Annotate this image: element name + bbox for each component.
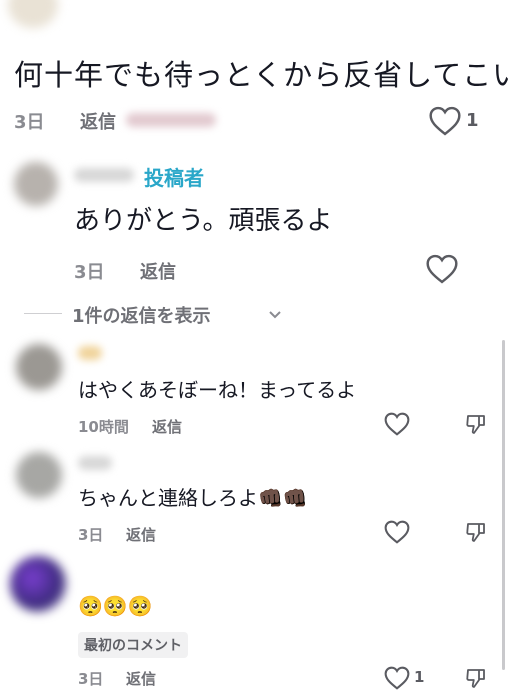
comment-text: 何十年でも待っとくから反省してこい	[14, 58, 510, 92]
scrollbar[interactable]	[502, 340, 505, 670]
reply-button[interactable]: 返信	[126, 524, 156, 545]
heart-icon[interactable]	[384, 412, 410, 436]
avatar[interactable]	[16, 344, 62, 390]
avatar[interactable]	[8, 0, 58, 28]
heart-icon[interactable]	[384, 520, 410, 544]
heart-icon[interactable]	[428, 106, 462, 136]
reply-button[interactable]: 返信	[80, 108, 116, 134]
avatar[interactable]	[14, 162, 58, 206]
like-count: 1	[414, 668, 425, 686]
first-comment-badge: 最初のコメント	[78, 632, 188, 658]
divider	[24, 313, 62, 314]
reply-button[interactable]: 返信	[126, 668, 156, 689]
like-count: 1	[466, 110, 479, 131]
reply-button[interactable]: 返信	[140, 258, 176, 284]
comment-timestamp: 10時間	[78, 418, 129, 436]
heart-icon[interactable]	[425, 254, 459, 284]
heart-icon[interactable]	[384, 666, 410, 690]
comment-timestamp: 3日	[78, 670, 104, 688]
comment-text: ちゃんと連絡しろよ👊🏿👊🏿	[78, 486, 308, 510]
chevron-down-icon[interactable]	[268, 310, 282, 320]
avatar[interactable]	[10, 556, 66, 612]
dislike-icon[interactable]	[464, 520, 488, 544]
comment-timestamp: 3日	[74, 262, 105, 283]
comment-timestamp: 3日	[14, 112, 45, 133]
reply-button[interactable]: 返信	[152, 416, 182, 437]
author-badge: 投稿者	[144, 166, 204, 190]
dislike-icon[interactable]	[464, 412, 488, 436]
comment-text: ありがとう。頑張るよ	[74, 206, 333, 236]
blurred-username	[74, 168, 134, 182]
comment-text: 🥺🥺🥺	[78, 594, 153, 618]
blurred-mention	[126, 113, 216, 127]
avatar[interactable]	[16, 452, 62, 498]
comment-text: はやくあそぼーね！まってるよ	[78, 378, 357, 402]
blurred-username	[78, 346, 102, 360]
blurred-username	[78, 456, 112, 470]
dislike-icon[interactable]	[464, 666, 488, 690]
comment-timestamp: 3日	[78, 526, 104, 544]
view-replies-button[interactable]: 1件の返信を表示	[72, 302, 211, 328]
